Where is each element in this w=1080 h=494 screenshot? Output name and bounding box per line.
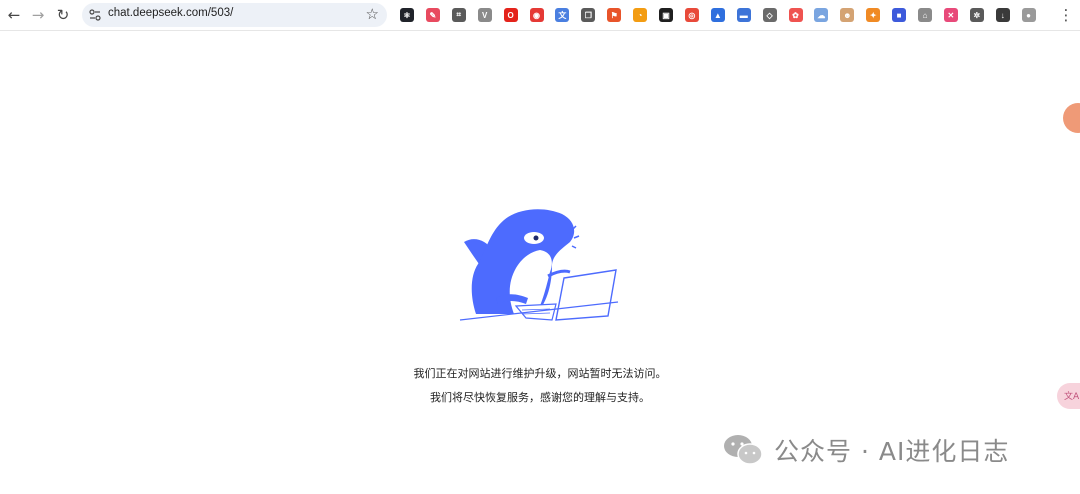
crop-tool-extension-icon[interactable]: ⌗ (451, 8, 466, 22)
svg-text:文A: 文A (1064, 390, 1079, 402)
site-settings-icon[interactable] (88, 8, 102, 22)
back-arrow-icon: ← (7, 6, 21, 24)
wechat-logo-icon (724, 435, 763, 465)
address-bar[interactable]: chat.deepseek.com/503/ ☆ (82, 3, 387, 27)
pen-tool-extension-icon[interactable]: ✎ (425, 8, 440, 22)
forward-button[interactable]: → (27, 4, 49, 26)
mascot-extension-icon[interactable]: ☻ (840, 8, 855, 22)
cloud-extension-icon[interactable]: ☁ (814, 8, 829, 22)
browser-menu-button[interactable]: ⋮ (1055, 4, 1077, 26)
colorful-extension-icon[interactable]: ✿ (788, 8, 803, 22)
wechat-watermark: 公众号 · AI进化日志 (722, 430, 1009, 470)
floating-translate-button[interactable]: 文A (1057, 383, 1080, 409)
download-extension-icon[interactable]: ↓ (995, 8, 1010, 22)
extensions-extension-icon[interactable]: ✲ (969, 8, 984, 22)
vue-devtools-extension-icon[interactable]: V (477, 8, 492, 22)
watermark-text: 公众号 · AI进化日志 (774, 437, 1010, 466)
profile-extension-icon[interactable]: ● (1021, 8, 1036, 22)
bookmark-star-icon[interactable]: ☆ (366, 5, 379, 23)
browser-toolbar: ← → ↻ chat.deepseek.com/503/ ☆ ⚛ ✎ ⌗ V O ◉ 文 ❐ ⚑… (0, 0, 1080, 31)
pink-square-extension-icon[interactable]: ✕ (943, 8, 958, 22)
triangle-extension-icon[interactable]: ▲ (710, 8, 725, 22)
home-badge-extension-icon[interactable]: ⌂ (918, 8, 932, 22)
fox-extension-icon[interactable]: ✦ (866, 8, 881, 22)
back-button[interactable]: ← (3, 4, 25, 26)
url-text: chat.deepseek.com/503/ (108, 7, 234, 19)
reload-button[interactable]: ↻ (52, 4, 74, 26)
copy-extension-icon[interactable]: ❐ (581, 8, 596, 22)
forward-arrow-icon: → (31, 6, 45, 24)
react-devtools-extension-icon[interactable]: ⚛ (400, 8, 414, 22)
translate-extension-icon[interactable]: 文 (555, 8, 570, 22)
tv-extension-icon[interactable]: ▣ (659, 8, 673, 22)
cube-extension-icon[interactable]: ◇ (762, 8, 777, 22)
reload-icon: ↻ (56, 6, 70, 24)
maintenance-message-line1: 我们正在对网站进行维护升级，网站暂时无法访问。 (413, 367, 667, 380)
puzzle-blue-extension-icon[interactable]: ■ (892, 8, 907, 22)
screenshot-extension-icon[interactable]: ◉ (529, 8, 544, 22)
flag-extension-icon[interactable]: ⚑ (607, 8, 622, 22)
floating-assistant-button[interactable] (1063, 103, 1080, 133)
monitor-extension-icon[interactable]: ▬ (736, 8, 751, 22)
whale-laptop-illustration (459, 209, 619, 321)
translate-icon: 文A (1064, 390, 1079, 402)
rss-extension-icon[interactable]: ◔ (633, 8, 648, 22)
more-vert-icon: ⋮ (1058, 6, 1074, 24)
target-extension-icon[interactable]: ◎ (684, 8, 699, 22)
maintenance-message-line2: 我们将尽快恢复服务，感谢您的理解与支持。 (430, 391, 650, 404)
opera-extension-icon[interactable]: O (503, 8, 518, 22)
